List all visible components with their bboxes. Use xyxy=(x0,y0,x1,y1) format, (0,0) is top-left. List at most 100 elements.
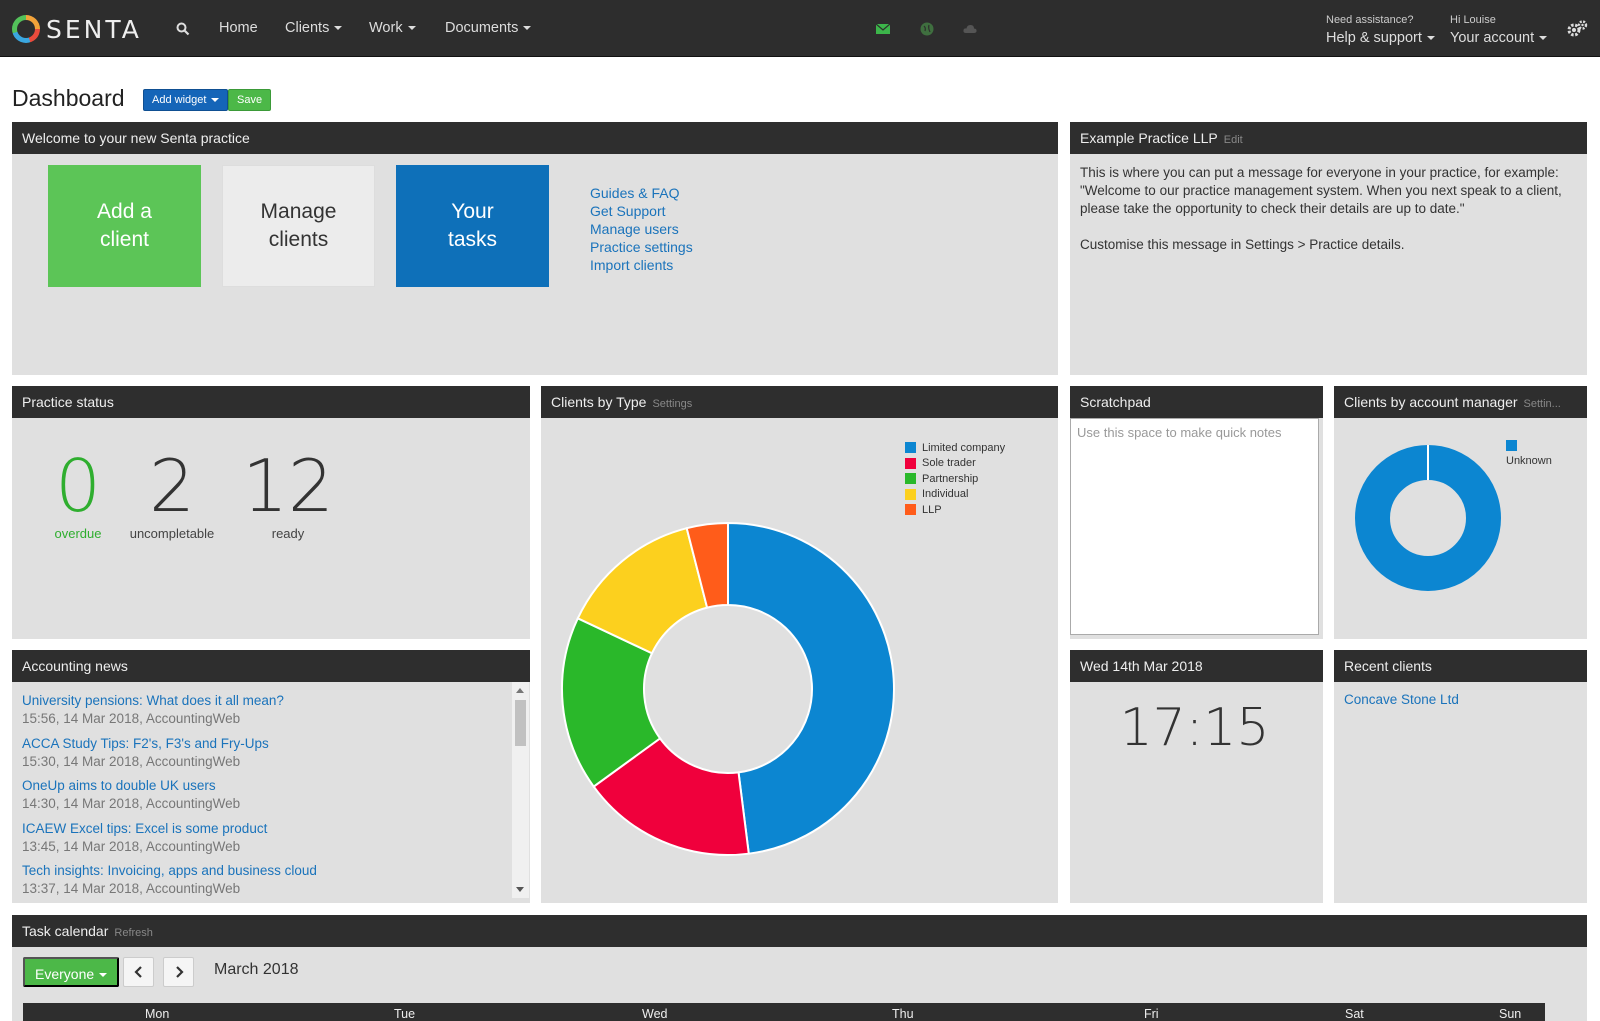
scroll-down-icon[interactable] xyxy=(516,887,524,892)
your-account-menu[interactable]: Your account xyxy=(1450,30,1548,46)
legend-swatch xyxy=(905,488,916,500)
senta-logo[interactable]: SENTA xyxy=(12,14,142,44)
news-headline-link[interactable]: OneUp aims to double UK users xyxy=(22,777,502,795)
cloud-icon[interactable] xyxy=(963,22,977,36)
chevron-down-icon xyxy=(523,26,532,31)
recent-client-link[interactable]: Concave Stone Ltd xyxy=(1344,692,1459,707)
settings-link[interactable]: Settin... xyxy=(1524,398,1561,410)
accounting-news-widget: Accounting news University pensions: Wha… xyxy=(12,650,530,903)
widget-title: Accounting news xyxy=(22,658,128,674)
practice-message-text: This is where you can put a message for … xyxy=(1080,164,1580,254)
globe-icon[interactable] xyxy=(920,22,934,36)
everyone-filter-button[interactable]: Everyone xyxy=(23,957,120,987)
task-calendar-header[interactable]: Task calendar Refresh xyxy=(12,915,1587,947)
legend-label: Unknown xyxy=(1506,455,1552,467)
top-navbar: SENTA Home Clients Work Documents Need a… xyxy=(0,0,1600,57)
accounting-news-header[interactable]: Accounting news xyxy=(12,650,530,682)
news-headline-link[interactable]: University pensions: What does it all me… xyxy=(22,692,502,710)
add-client-tile[interactable]: Add a client xyxy=(48,165,201,287)
scratchpad-placeholder: Use this space to make quick notes xyxy=(1077,425,1282,440)
nav-work[interactable]: Work xyxy=(369,20,416,36)
get-support-link[interactable]: Get Support xyxy=(590,202,693,220)
welcome-widget-header[interactable]: Welcome to your new Senta practice xyxy=(12,122,1058,154)
nav-clients-label: Clients xyxy=(285,20,330,36)
widget-title: Clients by account manager xyxy=(1344,394,1518,410)
legend-swatch xyxy=(905,457,916,469)
add-widget-button[interactable]: Add widget xyxy=(143,89,229,111)
news-meta: 14:30, 14 Mar 2018, AccountingWeb xyxy=(22,796,241,811)
task-calendar-widget: Task calendar Refresh Everyone March 2018… xyxy=(12,915,1587,1021)
calendar-day-header: Mon Tue Wed Thu Fri Sat Sun xyxy=(23,1003,1545,1021)
gears-icon[interactable] xyxy=(1566,20,1588,38)
nav-documents[interactable]: Documents xyxy=(445,20,532,36)
day-label: Thu xyxy=(892,1007,914,1021)
news-headline-link[interactable]: Tech insights: Invoicing, apps and busin… xyxy=(22,862,502,880)
practice-status-header[interactable]: Practice status xyxy=(12,386,530,418)
tile-line: Your xyxy=(451,200,494,223)
legend-item[interactable]: Individual xyxy=(905,487,1005,503)
widget-title: Recent clients xyxy=(1344,658,1432,674)
tile-line: Manage xyxy=(260,200,337,223)
save-button[interactable]: Save xyxy=(228,89,272,111)
news-scrollbar[interactable] xyxy=(512,682,529,898)
scroll-up-icon[interactable] xyxy=(516,688,524,693)
your-account-label: Your account xyxy=(1450,30,1535,46)
chevron-down-icon xyxy=(211,98,220,103)
your-tasks-tile[interactable]: Your tasks xyxy=(396,165,549,287)
nav-clients[interactable]: Clients xyxy=(285,20,343,36)
news-headline-link[interactable]: ICAEW Excel tips: Excel is some product xyxy=(22,820,502,838)
account-manager-header[interactable]: Clients by account manager Settin... xyxy=(1334,386,1587,418)
widget-title: Practice status xyxy=(22,394,114,410)
practice-message-header[interactable]: Example Practice LLP Edit xyxy=(1070,122,1587,154)
settings-link[interactable]: Settings xyxy=(652,398,692,410)
practice-message-widget: Example Practice LLP Edit This is where y… xyxy=(1070,122,1587,375)
stat-value: 12 xyxy=(242,444,334,528)
guides-faq-link[interactable]: Guides & FAQ xyxy=(590,184,693,202)
prev-month-button[interactable] xyxy=(123,957,154,987)
slice-limited-company[interactable] xyxy=(727,521,895,855)
legend-swatch xyxy=(905,504,916,516)
uncompletable-stat[interactable]: 2 uncompletable xyxy=(112,446,232,541)
overdue-stat[interactable]: 0 overdue xyxy=(40,446,116,541)
scratchpad-header[interactable]: Scratchpad xyxy=(1070,386,1323,418)
day-label: Sun xyxy=(1499,1007,1522,1021)
quick-links: Guides & FAQ Get Support Manage users Pr… xyxy=(590,184,693,274)
search-icon[interactable] xyxy=(176,22,190,36)
legend-item[interactable]: LLP xyxy=(905,502,1005,518)
day-label: Fri xyxy=(1144,1007,1159,1021)
day-label: Sat xyxy=(1345,1007,1364,1021)
account-manager-legend: Unknown xyxy=(1506,440,1552,467)
clients-by-type-header[interactable]: Clients by Type Settings xyxy=(541,386,1058,418)
welcome-widget: Welcome to your new Senta practice Add a… xyxy=(12,122,1058,375)
clients-by-type-legend: Limited company Sole trader Partnership Ind… xyxy=(905,440,1005,518)
manage-users-link[interactable]: Manage users xyxy=(590,220,693,238)
legend-item[interactable]: Sole trader xyxy=(905,456,1005,472)
nav-home[interactable]: Home xyxy=(219,20,258,36)
widget-title: Clients by Type xyxy=(551,394,647,410)
news-headline-link[interactable]: ACCA Study Tips: F2's, F3's and Fry-Ups xyxy=(22,735,502,753)
refresh-link[interactable]: Refresh xyxy=(114,927,153,939)
next-month-button[interactable] xyxy=(163,957,194,987)
practice-settings-link[interactable]: Practice settings xyxy=(590,238,693,256)
envelope-icon[interactable] xyxy=(876,22,890,36)
ready-stat[interactable]: 12 ready xyxy=(228,446,348,541)
recent-clients-widget: Recent clients Concave Stone Ltd xyxy=(1334,650,1587,903)
scroll-thumb[interactable] xyxy=(515,700,526,746)
legend-item[interactable]: Limited company xyxy=(905,440,1005,456)
stat-value: 2 xyxy=(149,444,195,528)
chevron-down-icon xyxy=(407,26,416,31)
date-clock-header[interactable]: Wed 14th Mar 2018 xyxy=(1070,650,1323,682)
legend-item[interactable]: Unknown xyxy=(1506,440,1552,467)
import-clients-link[interactable]: Import clients xyxy=(590,256,693,274)
help-support-menu[interactable]: Help & support xyxy=(1326,30,1435,46)
scratchpad-textarea[interactable]: Use this space to make quick notes xyxy=(1070,418,1319,635)
scratchpad-widget: Scratchpad Use this space to make quick … xyxy=(1070,386,1323,639)
message-line: Customise this message in Settings > Pra… xyxy=(1080,237,1405,252)
widget-title: Scratchpad xyxy=(1080,394,1151,410)
recent-clients-header[interactable]: Recent clients xyxy=(1334,650,1587,682)
brand-name: SENTA xyxy=(46,14,142,44)
news-item: ICAEW Excel tips: Excel is some product 1… xyxy=(22,820,502,863)
edit-link[interactable]: Edit xyxy=(1224,134,1243,146)
legend-item[interactable]: Partnership xyxy=(905,471,1005,487)
manage-clients-tile[interactable]: Manage clients xyxy=(222,165,375,287)
